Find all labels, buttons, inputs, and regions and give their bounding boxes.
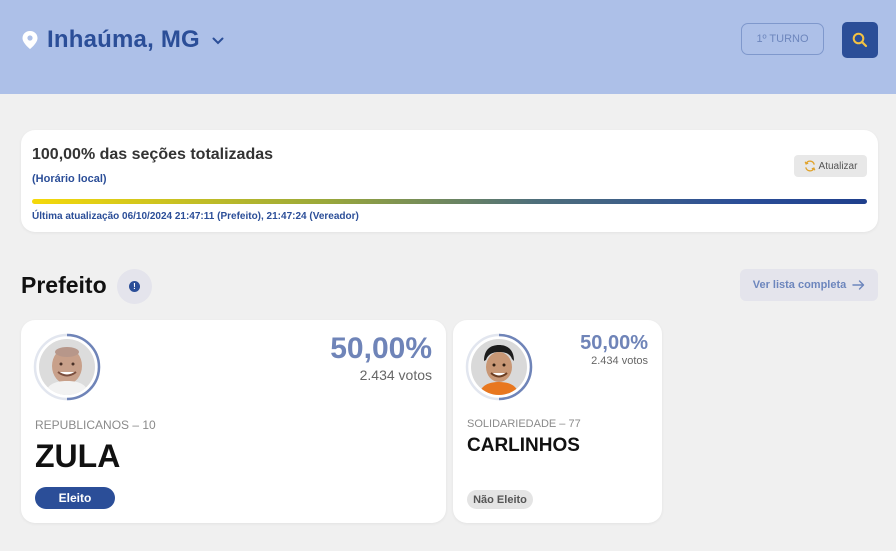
totalization-title: 100,00% das seções totalizadas bbox=[32, 146, 274, 163]
candidate-name: CARLINHOS bbox=[467, 435, 580, 456]
candidate-name: ZULA bbox=[35, 438, 121, 474]
candidate-card[interactable]: 50,00% 2.434 votos REPUBLICANOS – 10 ZUL… bbox=[21, 320, 446, 523]
vote-count: 2.434 votos bbox=[591, 355, 648, 367]
local-time-note: (Horário local) bbox=[32, 173, 107, 185]
vote-count: 2.434 votos bbox=[359, 367, 432, 383]
refresh-button[interactable]: Atualizar bbox=[794, 155, 867, 177]
top-bar: Inhaúma, MG 1º TURNO bbox=[0, 0, 896, 94]
info-button[interactable]: ! bbox=[117, 269, 152, 304]
section-title: Prefeito bbox=[21, 272, 107, 298]
vote-percentage: 50,00% bbox=[580, 332, 648, 354]
refresh-label: Atualizar bbox=[818, 160, 858, 172]
totalization-status-card: 100,00% das seções totalizadas (Horário … bbox=[21, 130, 878, 232]
party-label: REPUBLICANOS – 10 bbox=[35, 418, 156, 432]
candidate-photo bbox=[465, 333, 533, 401]
status-badge: Não Eleito bbox=[467, 490, 533, 509]
arrow-right-icon bbox=[852, 280, 865, 290]
avatar bbox=[471, 339, 527, 395]
progress-fill bbox=[32, 199, 867, 204]
last-update-text: Última atualização 06/10/2024 21:47:11 (… bbox=[32, 211, 359, 222]
vote-percentage: 50,00% bbox=[330, 332, 432, 365]
avatar bbox=[39, 339, 95, 395]
location-name: Inhaúma, MG bbox=[47, 26, 200, 53]
totalization-progress-bar bbox=[32, 199, 867, 204]
full-list-button[interactable]: Ver lista completa bbox=[740, 269, 878, 301]
candidate-card[interactable]: 50,00% 2.434 votos SOLIDARIEDADE – 77 CA… bbox=[453, 320, 662, 523]
status-badge: Eleito bbox=[35, 487, 115, 509]
info-icon: ! bbox=[129, 281, 140, 292]
turno-button[interactable]: 1º TURNO bbox=[741, 23, 824, 55]
party-label: SOLIDARIEDADE – 77 bbox=[467, 418, 581, 430]
chevron-down-icon bbox=[212, 37, 224, 45]
candidate-photo bbox=[33, 333, 101, 401]
full-list-label: Ver lista completa bbox=[752, 279, 847, 291]
map-pin-icon bbox=[22, 31, 38, 49]
search-icon bbox=[852, 32, 868, 48]
refresh-icon bbox=[804, 160, 815, 172]
location-selector[interactable]: Inhaúma, MG bbox=[22, 25, 224, 55]
search-button[interactable] bbox=[842, 22, 878, 58]
